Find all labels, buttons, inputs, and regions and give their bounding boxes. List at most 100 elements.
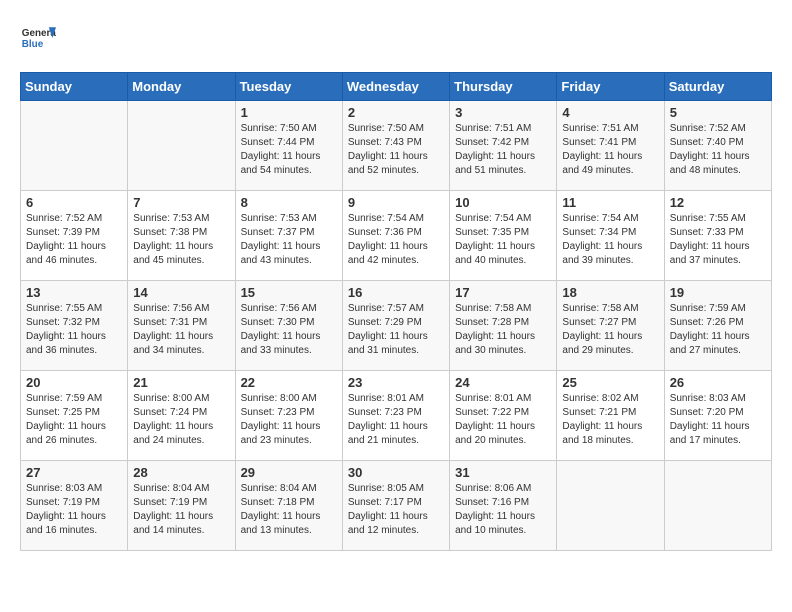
header-friday: Friday bbox=[557, 73, 664, 101]
svg-text:Blue: Blue bbox=[22, 39, 44, 50]
day-number: 9 bbox=[348, 195, 444, 210]
calendar-cell bbox=[557, 461, 664, 551]
calendar-body: 1 Sunrise: 7:50 AM Sunset: 7:44 PM Daylig… bbox=[21, 101, 772, 551]
page-header: General Blue bbox=[20, 20, 772, 56]
header-tuesday: Tuesday bbox=[235, 73, 342, 101]
calendar-cell: 7 Sunrise: 7:53 AM Sunset: 7:38 PM Daylig… bbox=[128, 191, 235, 281]
day-info: Sunrise: 7:55 AM Sunset: 7:33 PM Dayligh… bbox=[670, 212, 766, 268]
day-info: Sunrise: 8:03 AM Sunset: 7:19 PM Dayligh… bbox=[26, 482, 122, 538]
day-number: 7 bbox=[133, 195, 229, 210]
calendar-cell: 3 Sunrise: 7:51 AM Sunset: 7:42 PM Daylig… bbox=[450, 101, 557, 191]
calendar-cell bbox=[664, 461, 771, 551]
calendar-cell bbox=[128, 101, 235, 191]
day-info: Sunrise: 7:53 AM Sunset: 7:38 PM Dayligh… bbox=[133, 212, 229, 268]
day-info: Sunrise: 7:58 AM Sunset: 7:28 PM Dayligh… bbox=[455, 302, 551, 358]
header-sunday: Sunday bbox=[21, 73, 128, 101]
day-info: Sunrise: 8:01 AM Sunset: 7:23 PM Dayligh… bbox=[348, 392, 444, 448]
day-number: 1 bbox=[241, 105, 337, 120]
header-saturday: Saturday bbox=[664, 73, 771, 101]
day-number: 24 bbox=[455, 375, 551, 390]
calendar-cell: 5 Sunrise: 7:52 AM Sunset: 7:40 PM Daylig… bbox=[664, 101, 771, 191]
calendar-cell: 2Sunrise: 7:50 AM Sunset: 7:43 PM Daylig… bbox=[342, 101, 449, 191]
calendar-cell: 21Sunrise: 8:00 AM Sunset: 7:24 PM Dayli… bbox=[128, 371, 235, 461]
day-number: 26 bbox=[670, 375, 766, 390]
day-info: Sunrise: 8:04 AM Sunset: 7:19 PM Dayligh… bbox=[133, 482, 229, 538]
calendar-cell: 15Sunrise: 7:56 AM Sunset: 7:30 PM Dayli… bbox=[235, 281, 342, 371]
day-info: Sunrise: 8:04 AM Sunset: 7:18 PM Dayligh… bbox=[241, 482, 337, 538]
day-number: 21 bbox=[133, 375, 229, 390]
calendar-cell: 9Sunrise: 7:54 AM Sunset: 7:36 PM Daylig… bbox=[342, 191, 449, 281]
calendar-cell: 31Sunrise: 8:06 AM Sunset: 7:16 PM Dayli… bbox=[450, 461, 557, 551]
day-info: Sunrise: 7:58 AM Sunset: 7:27 PM Dayligh… bbox=[562, 302, 658, 358]
calendar-cell: 29 Sunrise: 8:04 AM Sunset: 7:18 PM Dayli… bbox=[235, 461, 342, 551]
day-number: 2 bbox=[348, 105, 444, 120]
day-number: 18 bbox=[562, 285, 658, 300]
calendar-table: SundayMondayTuesdayWednesdayThursdayFrid… bbox=[20, 72, 772, 551]
calendar-cell: 12 Sunrise: 7:55 AM Sunset: 7:33 PM Dayli… bbox=[664, 191, 771, 281]
day-info: Sunrise: 8:01 AM Sunset: 7:22 PM Dayligh… bbox=[455, 392, 551, 448]
logo-icon: General Blue bbox=[20, 20, 56, 56]
header-monday: Monday bbox=[128, 73, 235, 101]
calendar-cell bbox=[21, 101, 128, 191]
day-info: Sunrise: 8:06 AM Sunset: 7:16 PM Dayligh… bbox=[455, 482, 551, 538]
calendar-week-2: 13Sunrise: 7:55 AM Sunset: 7:32 PM Dayli… bbox=[21, 281, 772, 371]
day-number: 8 bbox=[241, 195, 337, 210]
day-info: Sunrise: 8:00 AM Sunset: 7:23 PM Dayligh… bbox=[241, 392, 337, 448]
day-info: Sunrise: 7:51 AM Sunset: 7:41 PM Dayligh… bbox=[562, 122, 658, 178]
day-number: 23 bbox=[348, 375, 444, 390]
calendar-week-1: 6Sunrise: 7:52 AM Sunset: 7:39 PM Daylig… bbox=[21, 191, 772, 281]
day-info: Sunrise: 7:56 AM Sunset: 7:30 PM Dayligh… bbox=[241, 302, 337, 358]
day-info: Sunrise: 7:54 AM Sunset: 7:35 PM Dayligh… bbox=[455, 212, 551, 268]
calendar-cell: 11 Sunrise: 7:54 AM Sunset: 7:34 PM Dayli… bbox=[557, 191, 664, 281]
day-number: 19 bbox=[670, 285, 766, 300]
calendar-week-0: 1 Sunrise: 7:50 AM Sunset: 7:44 PM Daylig… bbox=[21, 101, 772, 191]
day-number: 25 bbox=[562, 375, 658, 390]
day-number: 29 bbox=[241, 465, 337, 480]
day-number: 28 bbox=[133, 465, 229, 480]
calendar-cell: 10 Sunrise: 7:54 AM Sunset: 7:35 PM Dayli… bbox=[450, 191, 557, 281]
calendar-cell: 23 Sunrise: 8:01 AM Sunset: 7:23 PM Dayli… bbox=[342, 371, 449, 461]
day-info: Sunrise: 7:50 AM Sunset: 7:44 PM Dayligh… bbox=[241, 122, 337, 178]
day-number: 5 bbox=[670, 105, 766, 120]
day-info: Sunrise: 7:54 AM Sunset: 7:34 PM Dayligh… bbox=[562, 212, 658, 268]
day-info: Sunrise: 7:56 AM Sunset: 7:31 PM Dayligh… bbox=[133, 302, 229, 358]
day-info: Sunrise: 7:59 AM Sunset: 7:25 PM Dayligh… bbox=[26, 392, 122, 448]
calendar-cell: 27 Sunrise: 8:03 AM Sunset: 7:19 PM Dayli… bbox=[21, 461, 128, 551]
calendar-cell: 18 Sunrise: 7:58 AM Sunset: 7:27 PM Dayli… bbox=[557, 281, 664, 371]
day-info: Sunrise: 7:59 AM Sunset: 7:26 PM Dayligh… bbox=[670, 302, 766, 358]
day-info: Sunrise: 7:53 AM Sunset: 7:37 PM Dayligh… bbox=[241, 212, 337, 268]
day-number: 12 bbox=[670, 195, 766, 210]
day-number: 30 bbox=[348, 465, 444, 480]
day-number: 4 bbox=[562, 105, 658, 120]
day-info: Sunrise: 7:51 AM Sunset: 7:42 PM Dayligh… bbox=[455, 122, 551, 178]
day-number: 6 bbox=[26, 195, 122, 210]
day-number: 14 bbox=[133, 285, 229, 300]
calendar-cell: 14 Sunrise: 7:56 AM Sunset: 7:31 PM Dayli… bbox=[128, 281, 235, 371]
day-number: 17 bbox=[455, 285, 551, 300]
calendar-cell: 24 Sunrise: 8:01 AM Sunset: 7:22 PM Dayli… bbox=[450, 371, 557, 461]
day-info: Sunrise: 7:57 AM Sunset: 7:29 PM Dayligh… bbox=[348, 302, 444, 358]
day-number: 3 bbox=[455, 105, 551, 120]
calendar-cell: 1 Sunrise: 7:50 AM Sunset: 7:44 PM Daylig… bbox=[235, 101, 342, 191]
day-info: Sunrise: 7:55 AM Sunset: 7:32 PM Dayligh… bbox=[26, 302, 122, 358]
calendar-cell: 26 Sunrise: 8:03 AM Sunset: 7:20 PM Dayli… bbox=[664, 371, 771, 461]
calendar-cell: 28 Sunrise: 8:04 AM Sunset: 7:19 PM Dayli… bbox=[128, 461, 235, 551]
day-number: 11 bbox=[562, 195, 658, 210]
calendar-cell: 30Sunrise: 8:05 AM Sunset: 7:17 PM Dayli… bbox=[342, 461, 449, 551]
calendar-cell: 13Sunrise: 7:55 AM Sunset: 7:32 PM Dayli… bbox=[21, 281, 128, 371]
day-number: 27 bbox=[26, 465, 122, 480]
day-number: 22 bbox=[241, 375, 337, 390]
day-number: 16 bbox=[348, 285, 444, 300]
calendar-cell: 19 Sunrise: 7:59 AM Sunset: 7:26 PM Dayli… bbox=[664, 281, 771, 371]
calendar-week-4: 27 Sunrise: 8:03 AM Sunset: 7:19 PM Dayli… bbox=[21, 461, 772, 551]
day-info: Sunrise: 8:02 AM Sunset: 7:21 PM Dayligh… bbox=[562, 392, 658, 448]
calendar-cell: 6Sunrise: 7:52 AM Sunset: 7:39 PM Daylig… bbox=[21, 191, 128, 281]
header-wednesday: Wednesday bbox=[342, 73, 449, 101]
logo: General Blue bbox=[20, 20, 56, 56]
day-info: Sunrise: 8:03 AM Sunset: 7:20 PM Dayligh… bbox=[670, 392, 766, 448]
calendar-cell: 20Sunrise: 7:59 AM Sunset: 7:25 PM Dayli… bbox=[21, 371, 128, 461]
day-number: 10 bbox=[455, 195, 551, 210]
calendar-cell: 16 Sunrise: 7:57 AM Sunset: 7:29 PM Dayli… bbox=[342, 281, 449, 371]
day-info: Sunrise: 7:52 AM Sunset: 7:40 PM Dayligh… bbox=[670, 122, 766, 178]
calendar-week-3: 20Sunrise: 7:59 AM Sunset: 7:25 PM Dayli… bbox=[21, 371, 772, 461]
